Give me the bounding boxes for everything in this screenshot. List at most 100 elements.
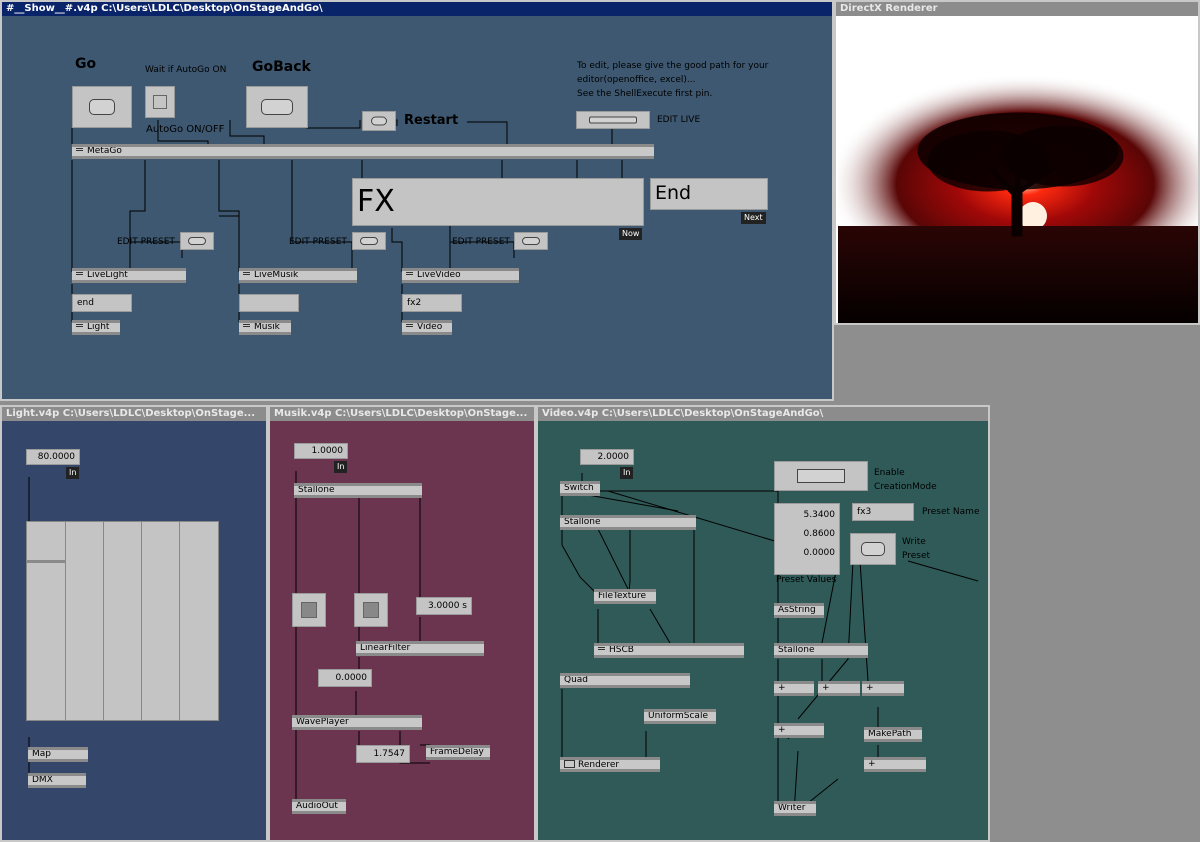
map-node-label: Map xyxy=(32,749,51,759)
video-node[interactable]: Video xyxy=(402,320,452,335)
audioout-node[interactable]: AudioOut xyxy=(292,799,346,814)
write-preset-button[interactable] xyxy=(850,533,896,565)
plus-node-2[interactable]: + xyxy=(818,681,860,696)
musik-toggle-1[interactable] xyxy=(292,593,326,627)
asstring-node[interactable]: AsString xyxy=(774,603,824,618)
livemusik-node[interactable]: LiveMusik xyxy=(239,268,357,283)
musik-patch-canvas[interactable]: 1.0000 In Stallone 3.0000 s LinearFilter… xyxy=(270,421,534,840)
light-slider-2[interactable] xyxy=(65,522,104,720)
quad-node[interactable]: Quad xyxy=(560,673,690,688)
livevideo-node-label: LiveVideo xyxy=(417,270,461,280)
musik-node[interactable]: Musik xyxy=(239,320,291,335)
preset-values-box[interactable]: 5.3400 0.8600 0.0000 xyxy=(774,503,840,575)
light-node[interactable]: Light xyxy=(72,320,120,335)
plus-node-label: + xyxy=(778,725,786,735)
plus-node-4[interactable]: + xyxy=(774,723,824,738)
musik-zero-value[interactable]: 0.0000 xyxy=(318,669,372,687)
musik-out-value[interactable]: 1.7547 xyxy=(356,745,410,763)
preset-name-label: Preset Name xyxy=(922,507,980,517)
video-stallone-node[interactable]: Stallone xyxy=(560,515,696,530)
musik-node-label: Musik xyxy=(254,322,280,332)
light-in-value[interactable]: 80.0000 xyxy=(26,449,80,465)
plus-node-1[interactable]: + xyxy=(774,681,814,696)
video-stallone2-node[interactable]: Stallone xyxy=(774,643,868,658)
light-patch-canvas[interactable]: 80.0000 In Map DMX xyxy=(2,421,266,840)
video-patch-title[interactable]: Video.v4p C:\Users\LDLC\Desktop\OnStageA… xyxy=(538,407,988,421)
wait-autogo-toggle[interactable] xyxy=(145,86,175,118)
plus-node-label: + xyxy=(868,759,876,769)
goback-label: GoBack xyxy=(252,59,311,75)
light-slider-1[interactable] xyxy=(27,522,66,720)
musik-patch-title[interactable]: Musik.v4p C:\Users\LDLC\Desktop\OnStage.… xyxy=(270,407,534,421)
go-button[interactable] xyxy=(72,86,132,128)
renderer-canvas[interactable] xyxy=(838,16,1198,323)
writer-node-label: Writer xyxy=(778,803,806,813)
restart-button[interactable] xyxy=(362,111,396,131)
edit-preset-video-button[interactable] xyxy=(514,232,548,250)
light-patch-title[interactable]: Light.v4p C:\Users\LDLC\Desktop\OnStage.… xyxy=(2,407,266,421)
musik-time-value[interactable]: 3.0000 s xyxy=(416,597,472,615)
preset-value-2[interactable]: 0.8600 xyxy=(775,523,839,542)
preset-name-input[interactable]: fx3 xyxy=(852,503,914,521)
edit-preset-label-light: EDIT PRESET xyxy=(117,237,175,247)
video-in-value[interactable]: 2.0000 xyxy=(580,449,634,465)
dmx-node-label: DMX xyxy=(32,775,53,785)
main-patch-title[interactable]: #__Show__#.v4p C:\Users\LDLC\Desktop\OnS… xyxy=(2,2,832,16)
preset-value-1[interactable]: 5.3400 xyxy=(775,504,839,523)
writer-node[interactable]: Writer xyxy=(774,801,816,816)
map-node[interactable]: Map xyxy=(28,747,88,762)
instructions-line-1: To edit, please give the good path for y… xyxy=(577,61,769,71)
menu-icon xyxy=(406,272,413,275)
button-oval-icon xyxy=(89,99,115,115)
button-oval-icon xyxy=(188,237,206,245)
makepath-node[interactable]: MakePath xyxy=(864,727,922,742)
linearfilter-node[interactable]: LinearFilter xyxy=(356,641,484,656)
uniformscale-node[interactable]: UniformScale xyxy=(644,709,716,724)
hscb-node[interactable]: HSCB xyxy=(594,643,744,658)
filetexture-node[interactable]: FileTexture xyxy=(594,589,656,604)
musik-value-box[interactable] xyxy=(239,294,299,312)
menu-icon xyxy=(406,324,413,327)
edit-preset-light-button[interactable] xyxy=(180,232,214,250)
framedelay-node-label: FrameDelay xyxy=(430,747,484,757)
light-value-box[interactable]: end xyxy=(72,294,132,312)
preset-value-3[interactable]: 0.0000 xyxy=(775,542,839,561)
write-preset-text: Write Preset xyxy=(902,537,931,561)
musik-in-value[interactable]: 1.0000 xyxy=(294,443,348,459)
plus-node-5[interactable]: + xyxy=(864,757,926,772)
sunset-tree-image xyxy=(838,16,1198,323)
livevideo-node[interactable]: LiveVideo xyxy=(402,268,519,283)
button-oval-icon xyxy=(589,116,637,124)
goback-button[interactable] xyxy=(246,86,308,128)
main-patch-canvas[interactable]: Go Wait if AutoGo ON GoBack AutoGo ON/OF… xyxy=(2,16,832,399)
menu-icon xyxy=(76,148,83,151)
light-slider-5[interactable] xyxy=(179,522,218,720)
plus-node-label: + xyxy=(778,683,786,693)
enable-creationmode-button[interactable] xyxy=(774,461,868,491)
light-slider-4[interactable] xyxy=(141,522,180,720)
toggle-square-icon xyxy=(153,95,167,109)
musik-patch-window: Musik.v4p C:\Users\LDLC\Desktop\OnStage.… xyxy=(268,405,536,842)
framedelay-node[interactable]: FrameDelay xyxy=(426,745,490,760)
edit-preset-musik-button[interactable] xyxy=(352,232,386,250)
light-slider-3[interactable] xyxy=(103,522,142,720)
light-slider-bank[interactable] xyxy=(26,521,219,721)
video-patch-canvas[interactable]: 2.0000 In Switch Stallone Enable Creatio… xyxy=(538,421,988,840)
plus-node-3[interactable]: + xyxy=(862,681,904,696)
switch-node[interactable]: Switch xyxy=(560,481,600,496)
dmx-node[interactable]: DMX xyxy=(28,773,86,788)
autogo-label: AutoGo ON/OFF xyxy=(146,124,225,135)
musik-stallone-node[interactable]: Stallone xyxy=(294,483,422,498)
linearfilter-node-label: LinearFilter xyxy=(360,643,411,653)
plus-node-label: + xyxy=(866,683,874,693)
livelight-node[interactable]: LiveLight xyxy=(72,268,186,283)
fx-display[interactable]: FX xyxy=(352,178,644,226)
end-display[interactable]: End xyxy=(650,178,768,210)
renderer-title[interactable]: DirectX Renderer xyxy=(836,2,1198,16)
waveplayer-node[interactable]: WavePlayer xyxy=(292,715,422,730)
musik-toggle-2[interactable] xyxy=(354,593,388,627)
video-value-box[interactable]: fx2 xyxy=(402,294,462,312)
edit-live-button[interactable] xyxy=(576,111,650,129)
metago-node[interactable]: MetaGo xyxy=(72,144,654,159)
video-renderer-node[interactable]: Renderer xyxy=(560,757,660,772)
